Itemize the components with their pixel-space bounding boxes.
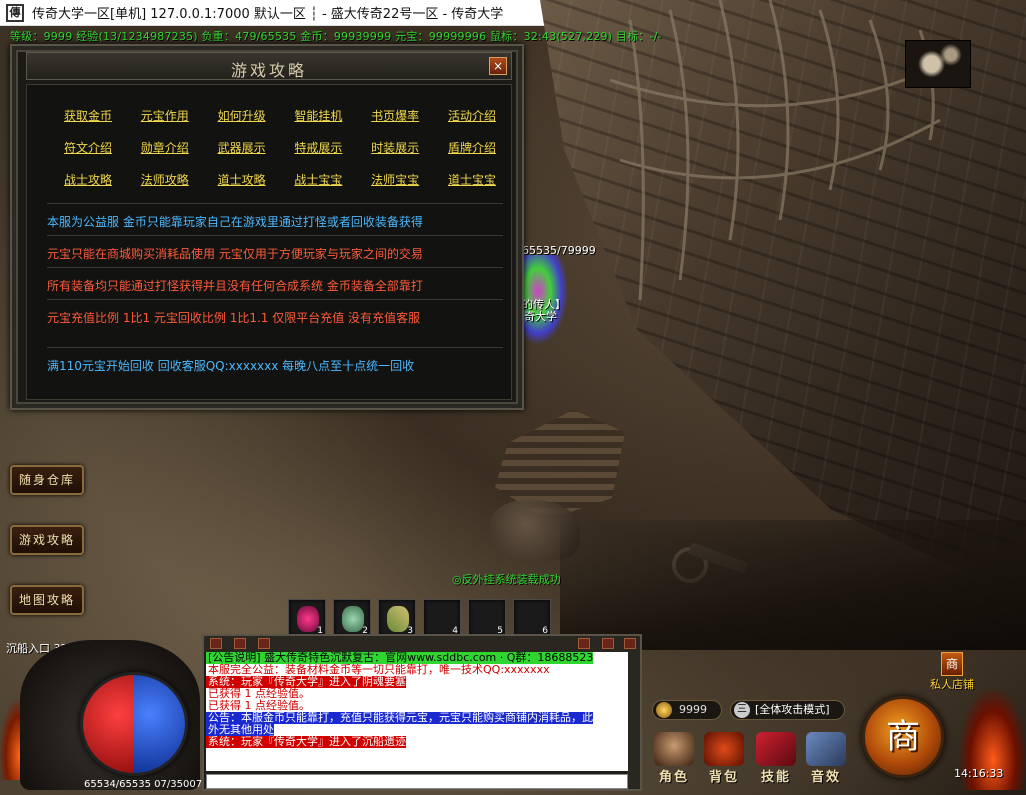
player-guild-label: 奇大学 (524, 310, 557, 323)
attack-mode-label: [全体攻击模式] (755, 703, 830, 716)
chat-window: [公告说明] 盛大传奇特色沉默复古：官网www.sddbc.com · Q群：1… (202, 634, 642, 791)
character-button[interactable]: 角色 (650, 732, 698, 785)
quick-slot-5[interactable]: 5 (468, 599, 506, 637)
guide-link[interactable]: 书页爆率 (360, 107, 430, 124)
player-hp-label: 65535/79999 (522, 244, 596, 257)
sword-icon (806, 732, 846, 766)
chat-scrollbar[interactable] (628, 652, 640, 789)
chat-tabs (204, 636, 640, 652)
app-icon: 傳 (6, 3, 24, 22)
character-icon (654, 732, 694, 766)
skill-button[interactable]: 技能 (752, 732, 800, 785)
guide-link[interactable]: 活动介绍 (437, 107, 507, 124)
chat-tab[interactable] (234, 638, 246, 649)
chat-log[interactable]: [公告说明] 盛大传奇特色沉默复古：官网www.sddbc.com · Q群：1… (206, 652, 628, 771)
guide-close-button[interactable]: × (489, 57, 507, 75)
guide-panel-title: 游戏攻略 (230, 61, 307, 80)
guide-link[interactable]: 获取金币 (53, 107, 123, 124)
guide-link[interactable]: 勋章介绍 (130, 139, 200, 156)
scroll-icon (342, 606, 364, 632)
divider (47, 267, 503, 268)
guide-link[interactable]: 道士攻略 (207, 171, 277, 188)
skill-label: 技能 (760, 770, 791, 785)
cliff-shadow (560, 520, 1026, 650)
chat-tab[interactable] (624, 638, 636, 649)
chat-tab[interactable] (210, 638, 222, 649)
guide-info-line: 元宝充值比例 1比1 元宝回收比例 1比1.1 仅限平台充值 没有充值客服 (47, 311, 421, 325)
potion-icon (297, 606, 319, 632)
guide-link[interactable]: 时装展示 (360, 139, 430, 156)
guide-panel-body: 获取金币 元宝作用 如何升级 智能挂机 书页爆率 活动介绍 符文介绍 勋章介绍 … (26, 84, 512, 400)
guide-panel: 游戏攻略 × 获取金币 元宝作用 如何升级 智能挂机 书页爆率 活动介绍 符文介… (10, 44, 524, 410)
divider (47, 235, 503, 236)
hp-mp-text: 65534/65535 07/35007 (84, 779, 203, 790)
guide-info-line: 本服为公益服 金币只能靠玩家自己在游戏里通过打怪或者回收装备获得 (47, 215, 423, 229)
game-window: 傳 传奇大学一区[单机] 127.0.0.1:7000 默认一区 ┆ - 盛大传… (0, 0, 1026, 795)
divider (47, 299, 503, 300)
guide-link[interactable]: 法师攻略 (130, 171, 200, 188)
guide-panel-header[interactable]: 游戏攻略 × (26, 52, 512, 80)
chat-tab[interactable] (258, 638, 270, 649)
guide-link[interactable]: 战士攻略 (53, 171, 123, 188)
private-shop-label: 私人店铺 (930, 678, 974, 691)
bag-button[interactable]: 背包 (700, 732, 748, 785)
chat-tab[interactable] (602, 638, 614, 649)
guide-link-row: 获取金币 元宝作用 如何升级 智能挂机 书页爆率 活动介绍 (53, 99, 507, 131)
bag-label: 背包 (708, 770, 739, 785)
chat-input[interactable] (206, 774, 628, 789)
guide-info-line: 元宝只能在商城购买消耗品使用 元宝仅用于方便玩家与玩家之间的交易 (47, 247, 423, 261)
divider (47, 347, 503, 348)
chat-line: 系统：玩家『传奇大学』进入了沉船遗迹 (206, 735, 406, 748)
quick-slot-6[interactable]: 6 (513, 599, 551, 637)
crown-icon (656, 702, 672, 718)
guide-info-line: 满110元宝开始回收 回收客服QQ:xxxxxxx 每晚八点至十点统一回收 (47, 359, 415, 373)
quick-slot-3[interactable]: 3 (378, 599, 416, 637)
quick-slot-2[interactable]: 2 (333, 599, 371, 637)
map-guide-button[interactable]: 地图攻略 (10, 585, 84, 615)
guide-link-row: 符文介绍 勋章介绍 武器展示 特戒展示 时装展示 盾牌介绍 (53, 131, 507, 163)
window-title: 传奇大学一区[单机] 127.0.0.1:7000 默认一区 ┆ - 盛大传奇2… (32, 7, 504, 22)
game-guide-button[interactable]: 游戏攻略 (10, 525, 84, 555)
guide-links: 获取金币 元宝作用 如何升级 智能挂机 书页爆率 活动介绍 符文介绍 勋章介绍 … (53, 99, 507, 195)
attack-mode-toggle[interactable]: 三 [全体攻击模式] (730, 700, 845, 720)
sound-button[interactable]: 音效 (802, 732, 850, 785)
bag-icon (704, 732, 744, 766)
guide-link[interactable]: 道士宝宝 (437, 171, 507, 188)
guide-info-line: 所有装备均只能通过打怪获得并且没有任何合成系统 金币装备全部靠打 (47, 279, 423, 293)
shop-button[interactable]: 商 (862, 696, 944, 778)
game-clock: 14:16:33 (954, 767, 1004, 780)
mode-icon: 三 (734, 702, 750, 718)
system-load-message: ◎反外挂系统装载成功 (452, 573, 561, 586)
character-label: 角色 (658, 770, 689, 785)
guide-link[interactable]: 元宝作用 (130, 107, 200, 124)
level-value: 9999 (679, 703, 707, 716)
guide-link[interactable]: 武器展示 (207, 139, 277, 156)
guide-link[interactable]: 盾牌介绍 (437, 139, 507, 156)
guide-link[interactable]: 战士宝宝 (283, 171, 353, 188)
guide-link[interactable]: 特戒展示 (283, 139, 353, 156)
guide-link[interactable]: 如何升级 (207, 107, 277, 124)
bottle-icon (387, 606, 409, 632)
guide-link[interactable]: 法师宝宝 (360, 171, 430, 188)
storage-button[interactable]: 随身仓库 (10, 465, 84, 495)
quick-slot-4[interactable]: 4 (423, 599, 461, 637)
guide-link[interactable]: 智能挂机 (283, 107, 353, 124)
sound-label: 音效 (810, 770, 841, 785)
private-shop-button[interactable]: 商 私人店铺 (928, 652, 976, 698)
player-status-bar: 等级：9999 经验(13/1234987235) 负重：479/65535 金… (10, 30, 662, 43)
mp-orb (134, 675, 185, 773)
hp-orb (83, 675, 134, 773)
shop-icon: 商 (941, 652, 963, 676)
level-badge: 9999 (652, 700, 722, 720)
chat-tab[interactable] (578, 638, 590, 649)
quick-slot-1[interactable]: 1 (288, 599, 326, 637)
book-icon (756, 732, 796, 766)
divider (47, 203, 503, 204)
guide-link[interactable]: 符文介绍 (53, 139, 123, 156)
hp-mp-orb (80, 672, 188, 776)
guide-link-row: 战士攻略 法师攻略 道士攻略 战士宝宝 法师宝宝 道士宝宝 (53, 163, 507, 195)
minimap[interactable] (905, 40, 971, 88)
